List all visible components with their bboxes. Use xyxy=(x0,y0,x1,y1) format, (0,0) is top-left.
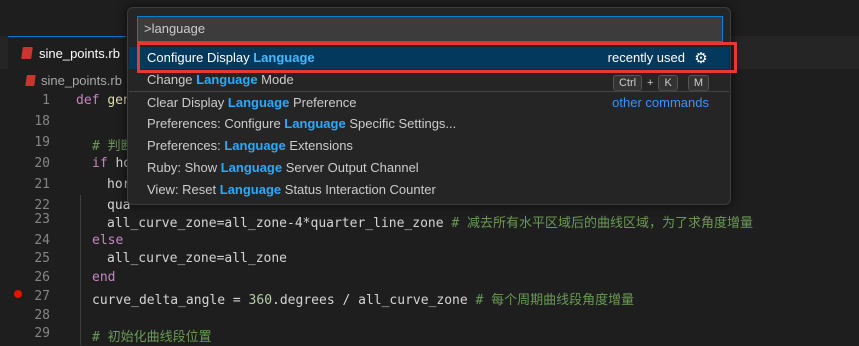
key-ctrl: Ctrl xyxy=(612,75,643,91)
command-language-extensions[interactable]: Preferences: Language Extensions xyxy=(129,135,729,157)
code-keyword: end xyxy=(92,270,116,285)
command-label: Change xyxy=(147,72,197,87)
code-line: 26 end xyxy=(0,268,859,289)
command-label: Preference xyxy=(289,95,357,110)
key-k: K xyxy=(658,75,678,91)
line-number: 25 xyxy=(34,251,50,266)
command-match: Language xyxy=(220,160,283,175)
command-label: Mode xyxy=(257,72,294,87)
command-reset-language-status[interactable]: View: Reset Language Status Interaction … xyxy=(129,179,729,201)
code-line: 29 # 初始化曲线段位置 xyxy=(0,324,859,345)
line-number: 20 xyxy=(34,156,50,171)
command-match: Language xyxy=(227,95,290,110)
highlight-annotation-box xyxy=(137,42,737,73)
code-line: 25 all_curve_zone=all_zone xyxy=(0,249,859,270)
command-label: View: Reset xyxy=(147,182,220,197)
tab-label: sine_points.rb xyxy=(39,45,120,61)
command-label: Server Output Channel xyxy=(282,160,419,175)
code-keyword: else xyxy=(92,233,124,248)
command-ruby-language-server-output[interactable]: Ruby: Show Language Server Output Channe… xyxy=(129,157,729,179)
line-number: 21 xyxy=(34,177,50,192)
command-label: Clear Display xyxy=(147,95,228,110)
command-label: Extensions xyxy=(285,138,353,153)
command-palette: >language Configure Display Language rec… xyxy=(127,7,731,205)
code-keyword: if xyxy=(92,156,116,171)
code-keyword: def xyxy=(76,93,108,108)
command-match: Language xyxy=(284,116,346,131)
command-match: Language xyxy=(196,72,258,87)
line-number: 24 xyxy=(34,233,50,248)
line-number: 1 xyxy=(42,93,50,108)
code-text: all_curve_zone=all_zone-4*quarter_line_z… xyxy=(107,216,452,231)
line-number: 23 xyxy=(34,212,50,227)
tab-sine-points[interactable]: sine_points.rb xyxy=(8,36,126,69)
command-label: Status Interaction Counter xyxy=(281,182,436,197)
command-match: Language xyxy=(224,138,286,153)
code-text: all_curve_zone=all_zone xyxy=(107,251,288,266)
line-number: 28 xyxy=(34,308,50,323)
command-label: Ruby: Show xyxy=(147,160,221,175)
line-number: 29 xyxy=(34,326,50,341)
command-input[interactable]: >language xyxy=(137,16,723,42)
ruby-file-icon xyxy=(25,74,36,86)
code-comment: # 初始化曲线段位置 xyxy=(92,330,212,345)
command-label: Preferences: Configure xyxy=(147,116,285,131)
other-commands-label: other commands xyxy=(612,95,709,110)
line-number: 26 xyxy=(34,270,50,285)
line-number: 18 xyxy=(34,114,50,129)
command-label: Preferences: xyxy=(147,138,225,153)
ruby-file-icon xyxy=(21,47,33,59)
key-m: M xyxy=(687,75,709,91)
breadcrumb-file[interactable]: sine_points.rb xyxy=(41,73,122,88)
command-clear-display-language[interactable]: Clear Display Language Preference other … xyxy=(129,92,729,114)
command-configure-language-settings[interactable]: Preferences: Configure Language Specific… xyxy=(129,113,729,135)
command-match: Language xyxy=(219,182,282,197)
line-number: 19 xyxy=(34,135,50,150)
line-number: 27 xyxy=(34,289,50,304)
code-comment: # 减去所有水平区域后的曲线区域，为了求角度增量 xyxy=(451,216,754,231)
command-label: Specific Settings... xyxy=(345,116,457,131)
code-line: 23 all_curve_zone=all_zone-4*quarter_lin… xyxy=(0,210,859,231)
code-line: 27 curve_delta_angle = 360.degrees / all… xyxy=(0,287,859,308)
